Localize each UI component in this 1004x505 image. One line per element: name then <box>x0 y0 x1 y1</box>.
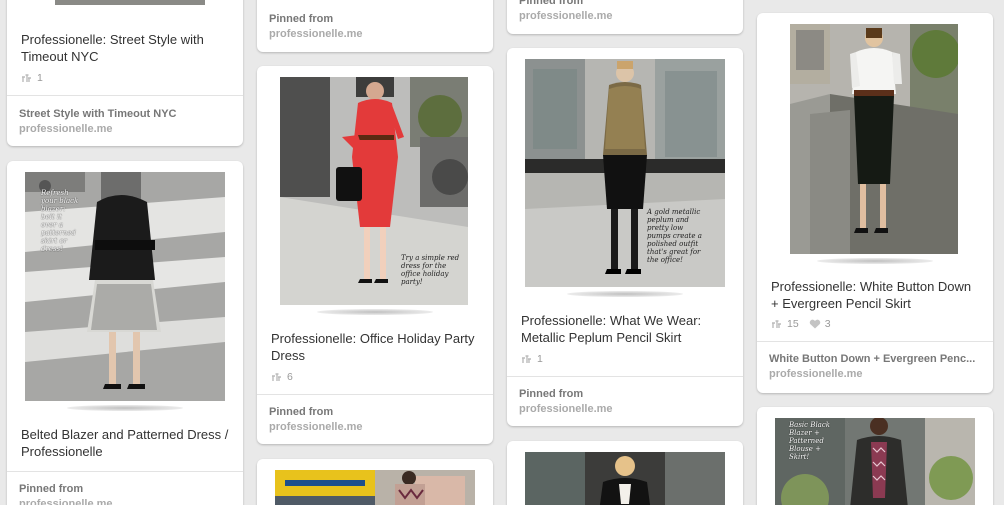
pin-image[interactable] <box>790 24 958 254</box>
pin-office-holiday[interactable]: Try a simple red dress for the office ho… <box>257 66 493 444</box>
pinned-from-label: Pinned from <box>519 388 584 400</box>
image-shadow <box>567 291 683 297</box>
image-caption: Try a simple red dress for the office ho… <box>401 254 460 286</box>
source-link[interactable]: professionelle.me <box>519 9 613 24</box>
image-shadow <box>817 258 933 264</box>
pin-image[interactable] <box>525 452 725 505</box>
pin-column-2: Pinned from professionelle.me Try a simp… <box>257 0 493 505</box>
board-name[interactable]: White Button Down + Evergreen Penc... <box>769 352 975 367</box>
pin-metallic-peplum[interactable]: A gold metallic peplum and pretty low pu… <box>507 48 743 426</box>
repin-icon <box>22 74 31 82</box>
repin-count: 15 <box>787 318 799 330</box>
source-link[interactable]: professionelle.me <box>769 367 863 382</box>
pinned-from-label: Pinned from <box>19 483 84 495</box>
pin-title[interactable]: Professionelle: White Button Down + Ever… <box>771 278 981 312</box>
pin-column-1: Professionelle: Street Style with Timeou… <box>7 0 243 505</box>
like-count: 3 <box>824 318 831 330</box>
pin-stats: 15 3 <box>771 318 831 330</box>
pin-col2-top[interactable]: Pinned from professionelle.me <box>257 0 493 52</box>
source-link[interactable]: professionelle.me <box>269 27 363 42</box>
pin-title[interactable]: Professionelle: Office Holiday Party Dre… <box>271 330 481 364</box>
image-shadow <box>67 405 183 411</box>
pin-image[interactable] <box>25 0 225 5</box>
divider <box>757 341 993 342</box>
pinned-from-label: Pinned from <box>269 13 334 25</box>
pin-white-button[interactable]: Professionelle: White Button Down + Ever… <box>757 13 993 393</box>
divider <box>7 471 243 472</box>
pinned-from-label: Pinned from <box>519 0 584 7</box>
image-caption: Refresh your black blazer: belt it over … <box>41 189 79 253</box>
pinned-from-label: Pinned from <box>269 406 334 418</box>
divider <box>257 394 493 395</box>
repin-count: 1 <box>21 72 43 84</box>
board-name[interactable]: Street Style with Timeout NYC <box>19 107 177 122</box>
repin-icon <box>522 355 531 363</box>
repin-icon <box>772 320 781 328</box>
pin-basic-black[interactable]: Basic Black Blazer + Patterned Blouse + … <box>757 407 993 505</box>
repin-count: 6 <box>271 371 293 383</box>
heart-icon <box>809 319 820 329</box>
image-caption: Basic Black Blazer + Patterned Blouse + … <box>789 421 831 461</box>
source-link[interactable]: professionelle.me <box>19 122 113 137</box>
pin-belted-blazer[interactable]: Refresh your black blazer: belt it over … <box>7 161 243 505</box>
pin-col3-top[interactable]: Pinned from professionelle.me <box>507 0 743 34</box>
source-link[interactable]: professionelle.me <box>519 402 613 417</box>
image-caption: A gold metallic peplum and pretty low pu… <box>647 208 702 264</box>
source-link[interactable]: professionelle.me <box>269 420 363 435</box>
pin-col3-bottom[interactable] <box>507 441 743 505</box>
pin-col2-bottom[interactable] <box>257 459 493 505</box>
divider <box>7 95 243 96</box>
pin-title[interactable]: Professionelle: Street Style with Timeou… <box>21 31 231 65</box>
source-link[interactable]: professionelle.me <box>19 497 113 505</box>
pin-column-3: Pinned from professionelle.me A gold met… <box>507 0 743 505</box>
pin-street-style[interactable]: Professionelle: Street Style with Timeou… <box>7 0 243 146</box>
repin-icon <box>272 373 281 381</box>
pin-image[interactable] <box>275 470 475 505</box>
image-shadow <box>317 309 433 315</box>
pin-title[interactable]: Belted Blazer and Patterned Dress / Prof… <box>21 426 231 460</box>
divider <box>507 376 743 377</box>
pin-column-4: Professionelle: White Button Down + Ever… <box>757 0 993 505</box>
pin-title[interactable]: Professionelle: What We Wear: Metallic P… <box>521 312 731 346</box>
repin-count: 1 <box>521 353 543 365</box>
